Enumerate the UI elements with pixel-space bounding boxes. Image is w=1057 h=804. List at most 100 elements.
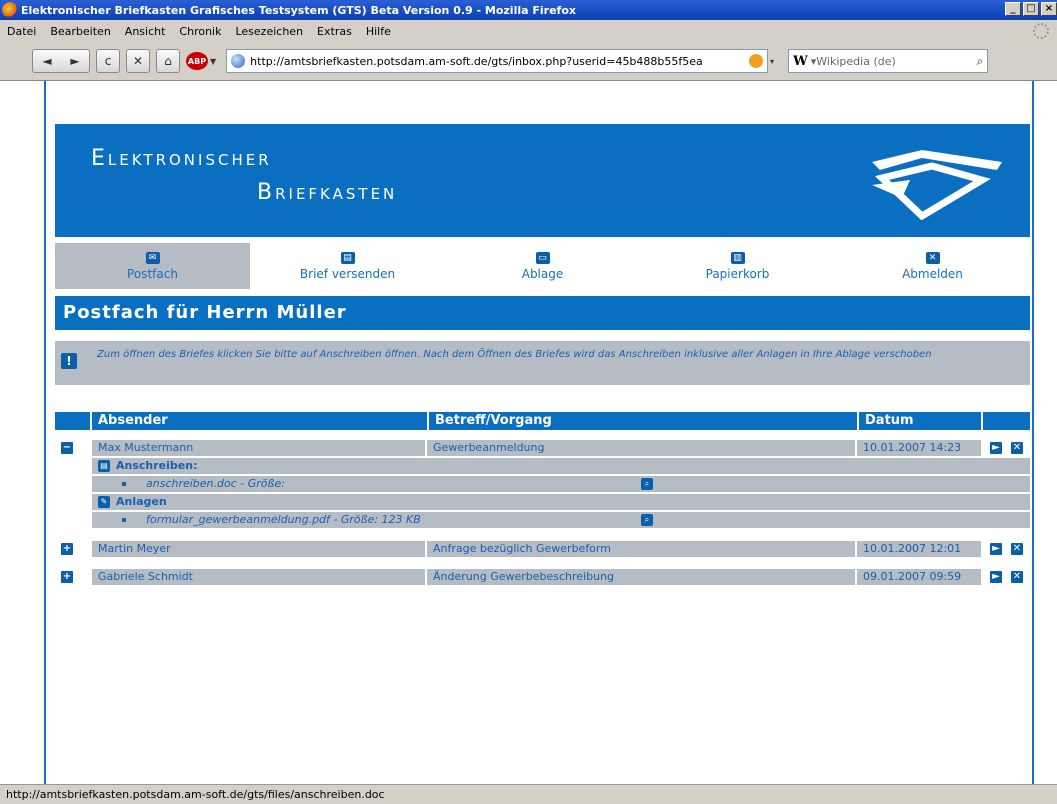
stop-button[interactable]: ✕: [126, 49, 150, 73]
row-subject[interactable]: Änderung Gewerbebeschreibung: [427, 569, 855, 585]
column-header-subject: Betreff/Vorgang: [427, 412, 857, 430]
url-bar[interactable]: http://amtsbriefkasten.potsdam.am-soft.d…: [226, 49, 769, 73]
close-button[interactable]: ×: [1041, 2, 1057, 16]
row-date: 09.01.2007 09:59: [857, 569, 981, 585]
table-row: + Martin Meyer Anfrage bezüglich Gewerbe…: [55, 541, 1030, 557]
cover-letter-label-row: ▤ Anschreiben:: [92, 458, 1030, 474]
search-placeholder: ▾Wikipedia (de): [810, 54, 896, 68]
collapse-icon[interactable]: −: [61, 442, 73, 454]
row-sender[interactable]: Martin Meyer: [92, 541, 425, 557]
view-magnifier-icon[interactable]: ⌕: [641, 514, 653, 526]
view-magnifier-icon[interactable]: ⌕: [641, 478, 653, 490]
site-globe-icon: [231, 54, 246, 68]
firefox-icon: [2, 2, 18, 18]
cover-letter-file-row: anschreiben.doc - Größe: ⌕: [92, 476, 1030, 492]
forward-icon[interactable]: ►: [70, 54, 79, 68]
throbber-icon: [1033, 23, 1049, 39]
menu-hilfe[interactable]: Hilfe: [359, 25, 398, 38]
banner-line-1: Elektronischer: [91, 146, 272, 171]
minimize-button[interactable]: _: [1005, 2, 1021, 16]
row-subject[interactable]: Anfrage bezüglich Gewerbeform: [427, 541, 855, 557]
attachments-label-row: ✎ Anlagen: [92, 494, 1030, 510]
window-title: Elektronischer Briefkasten Grafisches Te…: [21, 3, 576, 17]
tab-papierkorb[interactable]: ▥ Papierkorb: [640, 243, 835, 289]
notice-text: Zum öffnen des Briefes klicken Sie bitte…: [97, 349, 932, 360]
reload-button[interactable]: c: [96, 49, 120, 73]
bullet: [122, 482, 126, 486]
row-subject[interactable]: Gewerbeanmeldung: [427, 440, 855, 456]
logout-x-icon: ✕: [925, 251, 940, 264]
main-tabs: ✉ Postfach ▤ Brief versenden ▭ Ablage ▥ …: [55, 243, 1030, 289]
menu-datei[interactable]: Datei: [0, 25, 43, 38]
search-bar[interactable]: W ▾Wikipedia (de) ⌕: [788, 49, 989, 73]
menu-chronik[interactable]: Chronik: [172, 25, 228, 38]
folder-icon: ▭: [535, 251, 550, 264]
trash-icon: ▥: [730, 251, 745, 264]
menu-bar: Datei Bearbeiten Ansicht Chronik Lesezei…: [0, 20, 1057, 42]
url-text: http://amtsbriefkasten.potsdam.am-soft.d…: [250, 54, 703, 68]
page-viewport: Elektronischer Briefkasten ✉ Postfach ▤ …: [0, 80, 1057, 785]
maximize-button[interactable]: □: [1023, 2, 1039, 16]
attachments-label: Anlagen: [116, 495, 167, 508]
url-history-dropdown-icon[interactable]: ▾: [770, 57, 774, 66]
tab-label: Postfach: [127, 266, 178, 281]
navigation-toolbar: ◄ ► c ✕ ⌂ ABP ▼ http://amtsbriefkasten.p…: [0, 42, 1057, 80]
envelope-logo-icon: [872, 150, 1002, 220]
column-header-sender: Absender: [90, 412, 427, 430]
info-notice: ! Zum öffnen des Briefes klicken Sie bit…: [55, 341, 1030, 385]
tab-postfach[interactable]: ✉ Postfach: [55, 243, 250, 289]
bullet: [122, 518, 126, 522]
menu-extras[interactable]: Extras: [310, 25, 359, 38]
tab-abmelden[interactable]: ✕ Abmelden: [835, 243, 1030, 289]
exclamation-icon: !: [61, 353, 77, 369]
page-title: Postfach für Herrn Müller: [55, 296, 1030, 330]
mail-icon: ✉: [145, 251, 160, 264]
back-icon[interactable]: ◄: [42, 54, 51, 68]
header-banner: Elektronischer Briefkasten: [55, 124, 1030, 237]
column-header-date: Datum: [857, 412, 981, 430]
attachment-file-row: formular_gewerbeanmeldung.pdf - Größe: 1…: [92, 512, 1030, 528]
search-icon[interactable]: ⌕: [976, 54, 983, 69]
reload-icon: c: [104, 54, 112, 68]
tab-label: Ablage: [521, 266, 564, 281]
home-button[interactable]: ⌂: [156, 49, 180, 73]
table-row: − Max Mustermann Gewerbeanmeldung 10.01.…: [55, 440, 1030, 456]
delete-icon[interactable]: ✕: [1011, 571, 1023, 583]
page-border-right: [1032, 81, 1034, 785]
open-letter-icon[interactable]: ►: [990, 571, 1002, 583]
expand-icon[interactable]: +: [61, 571, 73, 583]
column-header-actions: [981, 412, 1030, 430]
delete-icon[interactable]: ✕: [1011, 543, 1023, 555]
wikipedia-icon[interactable]: W: [793, 54, 808, 69]
table-row: + Gabriele Schmidt Änderung Gewerbebesch…: [55, 569, 1030, 585]
cover-letter-label: Anschreiben:: [116, 459, 198, 472]
paperclip-icon: ✎: [98, 496, 110, 508]
open-letter-icon[interactable]: ►: [990, 442, 1002, 454]
go-icon[interactable]: [749, 54, 764, 68]
tab-label: Papierkorb: [705, 266, 770, 281]
attachment-file-link[interactable]: formular_gewerbeanmeldung.pdf - Größe: 1…: [146, 512, 421, 528]
open-letter-icon[interactable]: ►: [990, 543, 1002, 555]
adblock-icon[interactable]: ABP: [186, 52, 208, 70]
row-sender[interactable]: Max Mustermann: [92, 440, 425, 456]
home-icon: ⌂: [164, 54, 172, 68]
menu-lesezeichen[interactable]: Lesezeichen: [228, 25, 310, 38]
status-bar: http://amtsbriefkasten.potsdam.am-soft.d…: [0, 784, 1057, 804]
page-border-left: [44, 81, 46, 785]
delete-icon[interactable]: ✕: [1011, 442, 1023, 454]
tab-ablage[interactable]: ▭ Ablage: [445, 243, 640, 289]
adblock-dropdown-icon[interactable]: ▼: [210, 57, 216, 66]
document-icon: ▤: [340, 251, 355, 264]
menu-ansicht[interactable]: Ansicht: [118, 25, 173, 38]
expand-icon[interactable]: +: [61, 543, 73, 555]
menu-bearbeiten[interactable]: Bearbeiten: [43, 25, 117, 38]
row-sender[interactable]: Gabriele Schmidt: [92, 569, 425, 585]
window-titlebar: Elektronischer Briefkasten Grafisches Te…: [0, 0, 1057, 20]
tab-brief-versenden[interactable]: ▤ Brief versenden: [250, 243, 445, 289]
row-date: 10.01.2007 12:01: [857, 541, 981, 557]
tab-label: Brief versenden: [299, 266, 396, 281]
tab-label: Abmelden: [902, 266, 963, 281]
banner-line-2: Briefkasten: [257, 180, 398, 205]
cover-letter-file-link[interactable]: anschreiben.doc - Größe:: [146, 476, 285, 492]
back-forward-group: ◄ ►: [32, 49, 90, 73]
